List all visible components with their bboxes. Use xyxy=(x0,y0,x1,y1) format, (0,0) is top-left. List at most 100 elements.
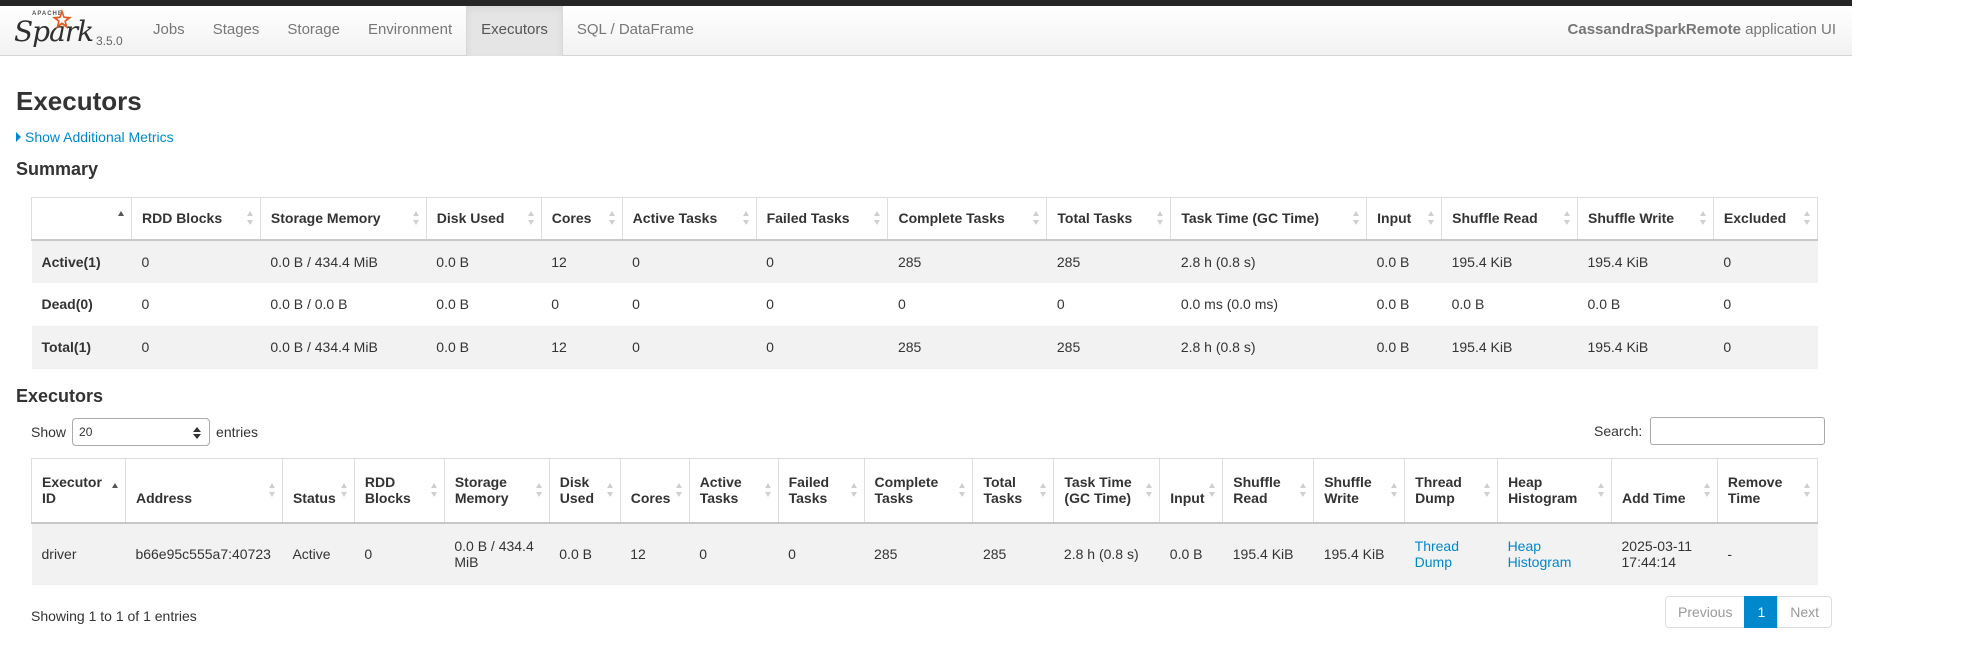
exec-cell-id: driver xyxy=(31,522,126,585)
summary-col-active-tasks[interactable]: Active Tasks xyxy=(621,197,757,241)
nav-environment[interactable]: Environment xyxy=(354,6,466,56)
spark-logo[interactable]: APACHE Spark xyxy=(14,9,94,53)
exec-col-add-time[interactable]: Add Time xyxy=(1611,458,1718,524)
sort-icon xyxy=(111,483,119,497)
nav-storage[interactable]: Storage xyxy=(273,6,354,56)
exec-col-complete-tasks[interactable]: Complete Tasks xyxy=(863,458,974,524)
sort-icon xyxy=(959,483,966,498)
summary-cell: Dead(0) xyxy=(41,296,93,312)
sort-icon xyxy=(117,211,125,225)
exec-col-thread-dump[interactable]: Thread Dump xyxy=(1404,458,1499,524)
exec-col-heap-histogram[interactable]: Heap Histogram xyxy=(1497,458,1612,524)
summary-cell: 0 xyxy=(131,239,261,283)
exec-col-cores[interactable]: Cores xyxy=(619,458,690,524)
exec-cell-complete-tasks: 285 xyxy=(864,522,973,585)
sort-icon xyxy=(742,211,750,226)
summary-cell: Total(1) xyxy=(31,325,132,369)
sort-icon xyxy=(340,483,348,498)
exec-col-disk-used[interactable]: Disk Used xyxy=(548,458,621,524)
entries-select[interactable]: 20 xyxy=(72,418,211,446)
thread-dump-link[interactable]: Thread Dump xyxy=(1415,538,1459,570)
exec-col-rdd-blocks[interactable]: RDD Blocks xyxy=(353,458,445,524)
summary-cell: 0 xyxy=(897,296,906,312)
exec-cell-failed-tasks: 0 xyxy=(778,522,865,585)
nav-sql-dataframe[interactable]: SQL / DataFrame xyxy=(563,6,708,56)
search-input[interactable] xyxy=(1650,417,1826,445)
summary-col-disk-used[interactable]: Disk Used xyxy=(425,197,542,241)
exec-col-failed-tasks[interactable]: Failed Tasks xyxy=(777,458,865,524)
summary-cell: 0 xyxy=(622,325,757,369)
sort-icon xyxy=(1564,211,1571,226)
summary-col-failed-tasks[interactable]: Failed Tasks xyxy=(755,197,889,241)
summary-col-rdd-blocks[interactable]: RDD Blocks xyxy=(130,197,261,241)
nav-jobs[interactable]: Jobs xyxy=(139,6,199,56)
pagination-next[interactable]: Next xyxy=(1777,596,1833,628)
exec-col-executor-id[interactable]: Executor ID xyxy=(31,458,126,524)
sort-icon xyxy=(1040,483,1047,498)
summary-cell: 0.0 B / 434.4 MiB xyxy=(260,325,427,369)
sort-icon xyxy=(1804,211,1811,226)
summary-header-row: RDD Blocks Storage Memory Disk Used Core… xyxy=(31,197,1819,241)
executors-table: Executor ID Address Status RDD Blocks Stor… xyxy=(31,458,1819,585)
summary-cell: 0.0 B / 0.0 B xyxy=(270,296,348,312)
entries-label: entries xyxy=(216,424,259,440)
summary-col-shuffle-read[interactable]: Shuffle Read xyxy=(1441,197,1579,241)
sort-icon xyxy=(1699,211,1707,226)
exec-col-address[interactable]: Address xyxy=(124,458,283,524)
summary-col-label[interactable] xyxy=(31,197,132,241)
summary-cell: 0 xyxy=(1713,325,1818,369)
summary-cell: 12 xyxy=(541,325,623,369)
summary-col-cores[interactable]: Cores xyxy=(540,197,623,241)
summary-cell: 285 xyxy=(1046,325,1171,369)
sort-icon xyxy=(675,483,683,498)
sort-icon xyxy=(608,211,616,226)
exec-cell-status: Active xyxy=(282,522,355,585)
summary-col-shuffle-write[interactable]: Shuffle Write xyxy=(1577,197,1714,241)
summary-col-complete-tasks[interactable]: Complete Tasks xyxy=(887,197,1048,241)
summary-cell: 0 xyxy=(1056,296,1065,312)
summary-col-total-tasks[interactable]: Total Tasks xyxy=(1046,197,1172,241)
exec-col-input[interactable]: Input xyxy=(1159,458,1224,524)
summary-col-excluded[interactable]: Excluded xyxy=(1712,197,1819,241)
pagination-page-1[interactable]: 1 xyxy=(1744,596,1779,628)
sort-icon xyxy=(1484,483,1491,498)
sort-icon xyxy=(1804,483,1811,498)
executor-row: driver b66e95c555a7:40723 Active 0 0.0 B… xyxy=(31,522,1818,585)
summary-col-task-time[interactable]: Task Time (GC Time) xyxy=(1170,197,1368,241)
exec-col-total-tasks[interactable]: Total Tasks xyxy=(972,458,1055,524)
exec-cell-active-tasks: 0 xyxy=(689,522,779,585)
exec-cell-add-time: 2025-03-11 17:44:14 xyxy=(1611,522,1718,585)
summary-col-storage-memory[interactable]: Storage Memory xyxy=(259,197,427,241)
exec-cell-task-time: 2.8 h (0.8 s) xyxy=(1053,522,1160,585)
exec-col-active-tasks[interactable]: Active Tasks xyxy=(688,458,779,524)
summary-cell: Active(1) xyxy=(31,239,132,283)
exec-col-shuffle-read[interactable]: Shuffle Read xyxy=(1222,458,1315,524)
nav-executors[interactable]: Executors xyxy=(466,6,563,56)
spark-star-icon xyxy=(52,9,72,29)
heap-histogram-link[interactable]: Heap Histogram xyxy=(1508,538,1572,570)
summary-cell: 0.0 B xyxy=(1587,296,1621,312)
summary-cell: 0.0 B xyxy=(426,325,542,369)
exec-cell-shuffle-write: 195.4 KiB xyxy=(1313,522,1405,585)
sort-icon xyxy=(850,483,858,498)
exec-cell-disk-used: 0.0 B xyxy=(549,522,621,585)
show-additional-metrics-link[interactable]: Show Additional Metrics xyxy=(16,129,174,145)
exec-col-remove-time[interactable]: Remove Time xyxy=(1716,458,1819,524)
sort-icon xyxy=(606,483,614,498)
summary-cell: 2.8 h (0.8 s) xyxy=(1170,325,1367,369)
sort-icon xyxy=(535,483,543,498)
sort-icon xyxy=(430,483,438,498)
exec-col-storage-memory[interactable]: Storage Memory xyxy=(443,458,550,524)
nav-stages[interactable]: Stages xyxy=(199,6,274,56)
exec-cell-storage-memory: 0.0 B / 434.4 MiB xyxy=(444,522,550,585)
summary-row-total: Total(1) 0 0.0 B / 434.4 MiB 0.0 B 12 0 … xyxy=(31,325,1818,369)
exec-col-task-time[interactable]: Task Time (GC Time) xyxy=(1053,458,1161,524)
pagination-previous[interactable]: Previous xyxy=(1665,596,1746,628)
sort-icon xyxy=(1353,211,1360,226)
select-arrows-icon xyxy=(193,427,202,439)
summary-col-input[interactable]: Input xyxy=(1366,197,1443,241)
exec-col-status[interactable]: Status xyxy=(281,458,355,524)
summary-cell: 12 xyxy=(541,239,623,283)
exec-col-shuffle-write[interactable]: Shuffle Write xyxy=(1313,458,1406,524)
summary-cell: 0 xyxy=(131,325,261,369)
